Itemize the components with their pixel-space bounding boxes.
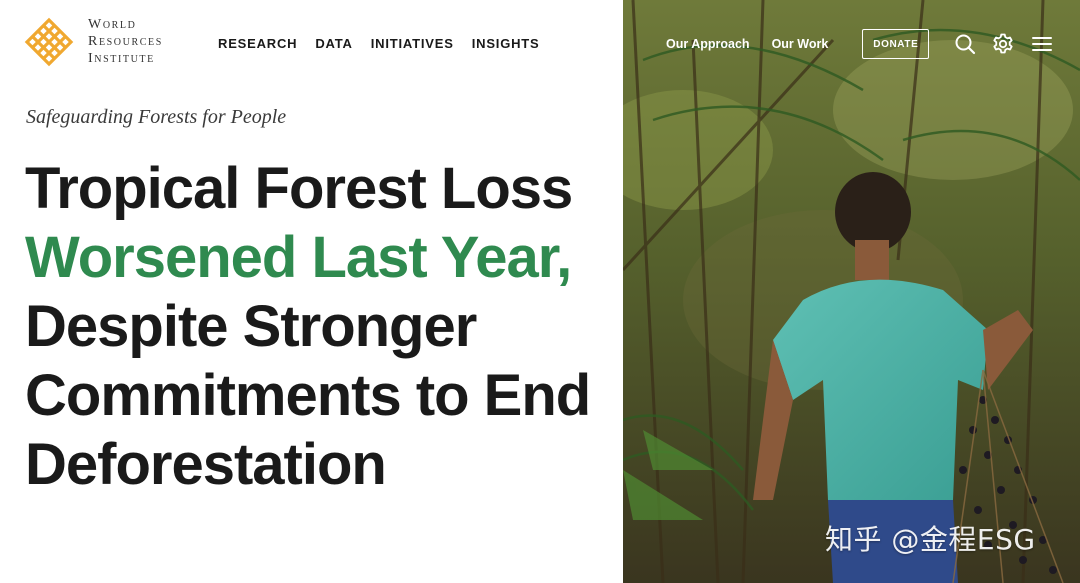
headline-part-1: Tropical Forest Loss xyxy=(25,156,573,221)
menu-icon[interactable] xyxy=(1031,33,1053,55)
gear-icon[interactable] xyxy=(992,33,1014,55)
nav-initiatives[interactable]: INITIATIVES xyxy=(371,36,454,51)
logo-line-3: Institute xyxy=(88,51,155,66)
secondary-nav: Our Approach Our Work DONATE xyxy=(666,28,930,60)
watermark: 知乎 @金程ESG xyxy=(825,523,1036,556)
wri-logo-wordmark: World Resources Institute xyxy=(88,16,163,67)
article-headline: Tropical Forest Loss Worsened Last Year,… xyxy=(25,154,615,499)
logo-line-1: World xyxy=(88,17,137,32)
article-kicker: Safeguarding Forests for People xyxy=(26,106,287,128)
forest-scene-illustration xyxy=(623,0,1080,583)
nav-research[interactable]: RESEARCH xyxy=(218,36,297,51)
nav-our-approach[interactable]: Our Approach xyxy=(666,37,750,51)
primary-nav: RESEARCH DATA INITIATIVES INSIGHTS xyxy=(218,36,540,51)
wri-logo[interactable]: World Resources Institute xyxy=(24,16,163,67)
wri-logo-icon xyxy=(24,17,74,66)
hero-photo xyxy=(623,0,1080,583)
donate-button[interactable]: DONATE xyxy=(862,29,930,59)
headline-highlight: Worsened Last Year, xyxy=(25,225,572,290)
nav-insights[interactable]: INSIGHTS xyxy=(472,36,540,51)
nav-our-work[interactable]: Our Work xyxy=(772,37,829,51)
nav-data[interactable]: DATA xyxy=(315,36,352,51)
logo-line-2: Resources xyxy=(88,34,163,49)
search-icon[interactable] xyxy=(954,33,976,55)
headline-part-2: Despite Stronger Commitments to End Defo… xyxy=(25,294,591,497)
content-panel: World Resources Institute RESEARCH DATA … xyxy=(0,0,623,583)
